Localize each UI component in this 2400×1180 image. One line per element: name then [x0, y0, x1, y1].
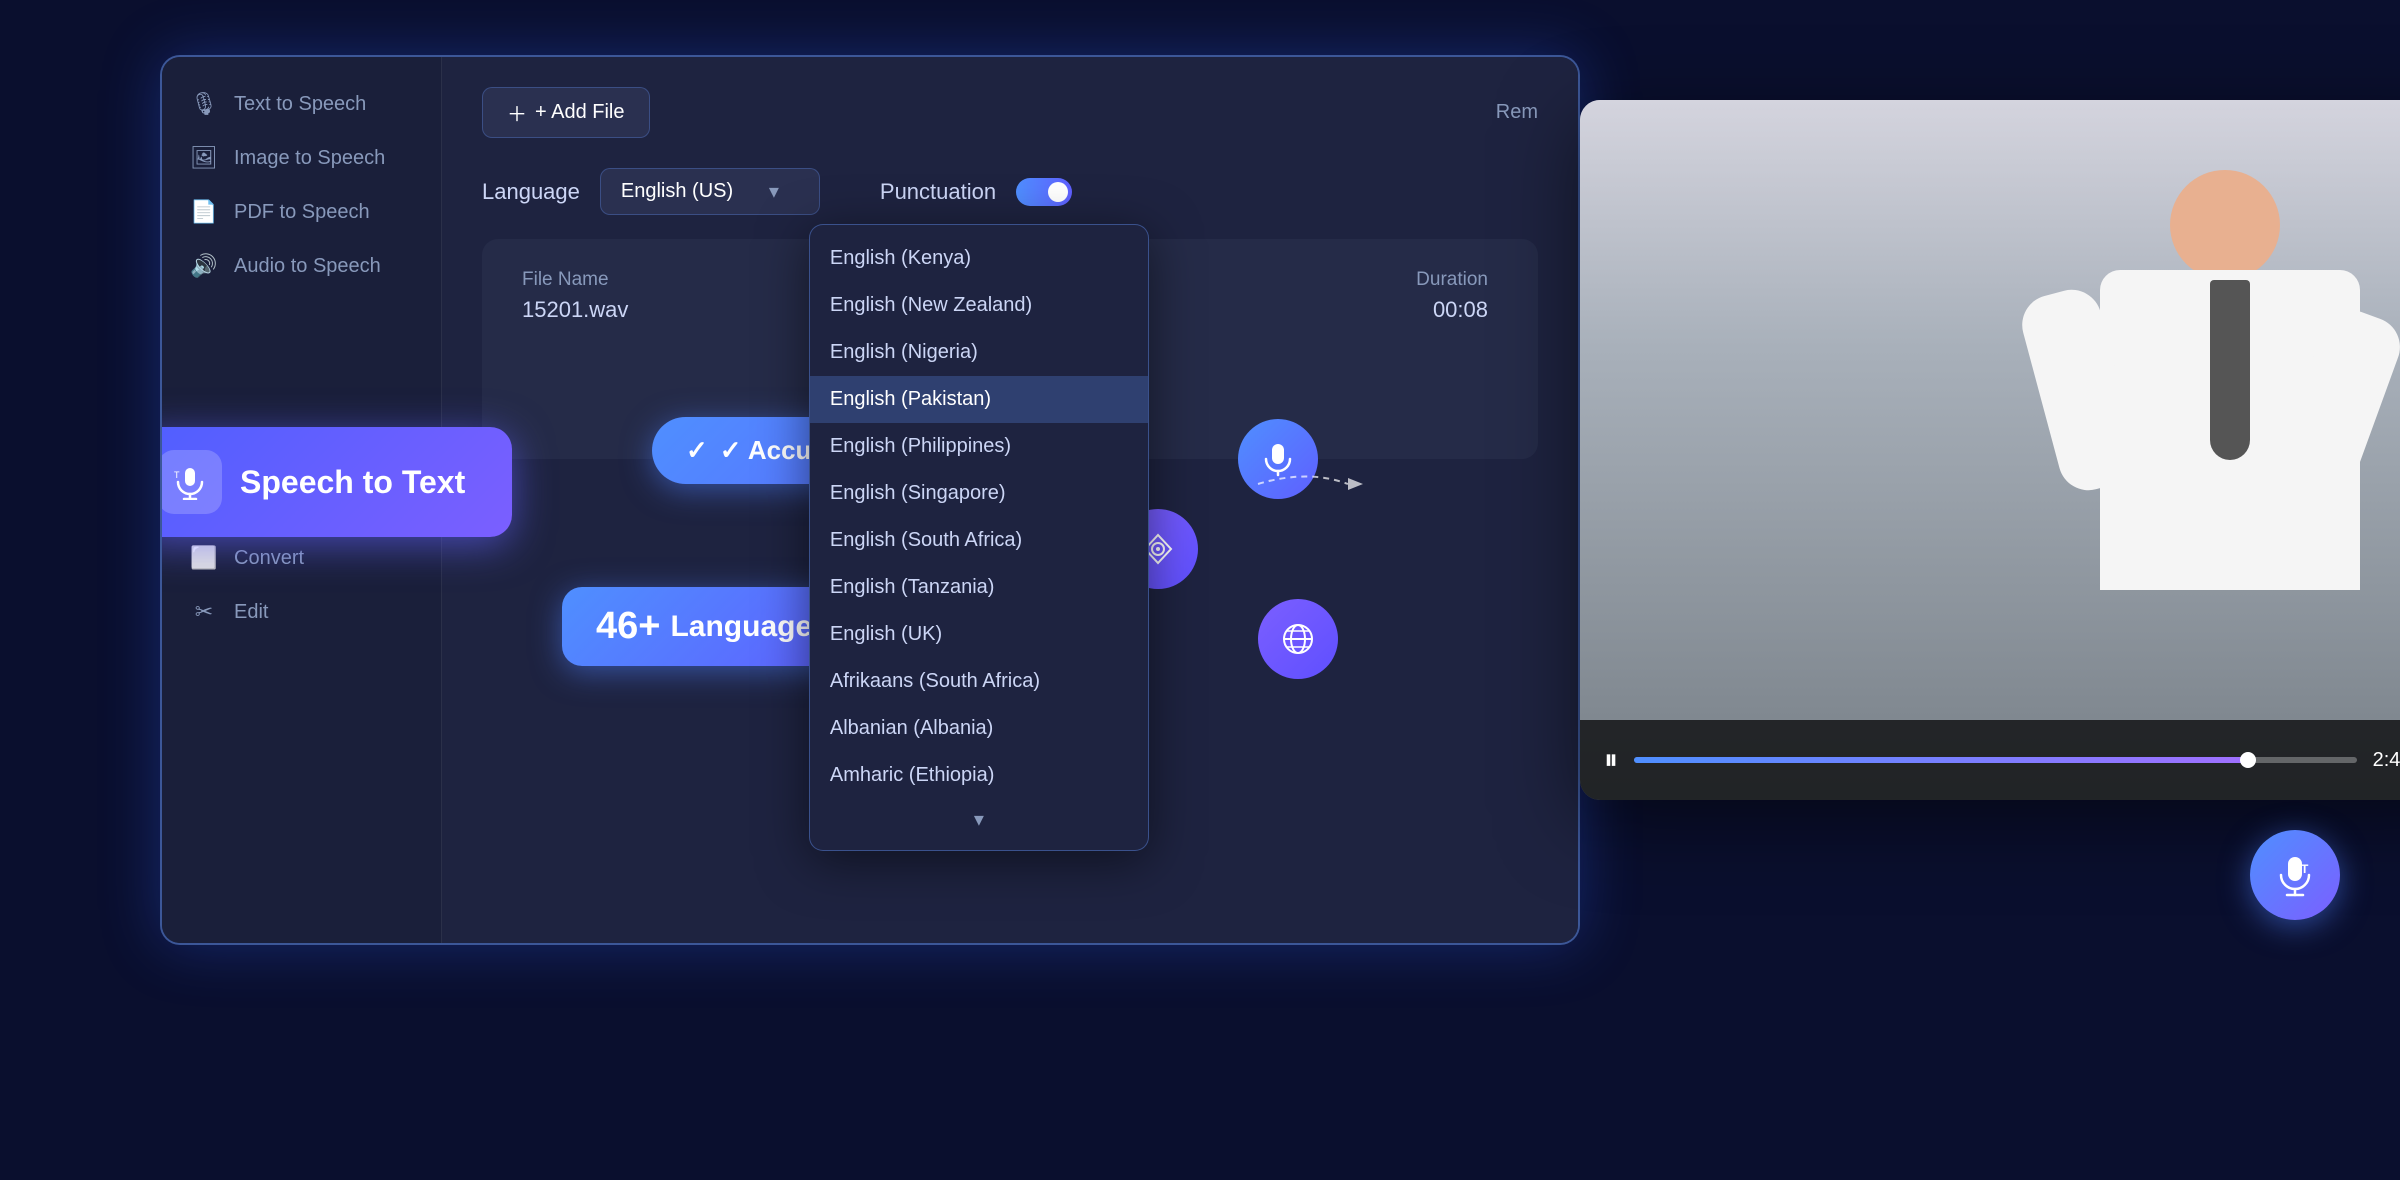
person-figure [1960, 160, 2400, 720]
dropdown-item-en-ke[interactable]: English (Kenya) [810, 235, 1148, 282]
image-icon: 🖼 [190, 145, 218, 171]
duration-label: Duration [1416, 269, 1488, 291]
edit-icon: ✂ [190, 599, 218, 625]
microphone-icon: 🎙 [190, 91, 218, 117]
sidebar-item-audio-to-speech[interactable]: 🔊 Audio to Speech [162, 239, 441, 293]
add-file-label: + Add File [535, 101, 625, 124]
dropdown-item-af-za[interactable]: Afrikaans (South Africa) [810, 658, 1148, 705]
scene: 🎙 Text to Speech 🖼 Image to Speech 📄 PDF… [0, 0, 2400, 1180]
speech-to-text-highlight[interactable]: T Speech to Text [160, 427, 512, 537]
duration-value: 00:08 [1416, 297, 1488, 323]
app-window: 🎙 Text to Speech 🖼 Image to Speech 📄 PDF… [160, 55, 1580, 945]
dropdown-item-en-sg[interactable]: English (Singapore) [810, 470, 1148, 517]
pause-button[interactable]: ⏸ [1604, 744, 1618, 777]
dropdown-item-sq-al[interactable]: Albanian (Albania) [810, 705, 1148, 752]
sidebar: 🎙 Text to Speech 🖼 Image to Speech 📄 PDF… [162, 57, 442, 943]
languages-count: 46+ [596, 605, 660, 648]
progress-bar-fill [1634, 757, 2248, 763]
add-file-button[interactable]: ＋ + Add File [482, 87, 650, 138]
dropdown-item-am-et[interactable]: Amharic (Ethiopia) [810, 752, 1148, 799]
progress-bar[interactable] [1634, 757, 2357, 763]
sidebar-item-convert[interactable]: ⬜ Convert [162, 531, 441, 585]
voice-assistant-button[interactable]: T [2250, 830, 2340, 920]
stt-label: Speech to Text [240, 464, 465, 501]
sidebar-item-pdf-to-speech[interactable]: 📄 PDF to Speech [162, 185, 441, 239]
time-display: 2:40/3:08 [2373, 749, 2400, 772]
main-content: ＋ + Add File Rem Language English (US) ▾… [442, 57, 1578, 943]
audio-icon: 🔊 [190, 253, 218, 279]
convert-icon: ⬜ [190, 545, 218, 571]
dropdown-item-en-za[interactable]: English (South Africa) [810, 517, 1148, 564]
sidebar-item-text-to-speech[interactable]: 🎙 Text to Speech [162, 77, 441, 131]
sidebar-item-image-to-speech[interactable]: 🖼 Image to Speech [162, 131, 441, 185]
dropdown-scroll-down[interactable]: ▾ [810, 799, 1148, 840]
dropdown-item-en-tz[interactable]: English (Tanzania) [810, 564, 1148, 611]
language-select[interactable]: English (US) ▾ English (Kenya) English (… [600, 168, 820, 215]
dropdown-item-en-uk[interactable]: English (UK) [810, 611, 1148, 658]
video-section: ⏸ 2:40/3:08 [1580, 100, 2400, 800]
top-right-label: Rem [1496, 101, 1538, 124]
plus-icon: ＋ [507, 98, 527, 127]
language-label: Language [482, 179, 580, 205]
languages-label: Languages [670, 610, 828, 644]
language-bar: Language English (US) ▾ English (Kenya) … [482, 168, 1538, 215]
dashed-arrow [1248, 464, 1368, 510]
svg-text:T: T [2301, 862, 2309, 876]
chevron-down-icon: ▾ [769, 179, 779, 204]
pdf-icon: 📄 [190, 199, 218, 225]
dropdown-item-en-pk[interactable]: English (Pakistan) [810, 376, 1148, 423]
stt-icon: T [160, 450, 222, 514]
selected-language: English (US) [621, 180, 733, 203]
sidebar-item-edit[interactable]: ✂ Edit [162, 585, 441, 639]
dropdown-item-en-ph[interactable]: English (Philippines) [810, 423, 1148, 470]
svg-text:T: T [174, 470, 180, 480]
punctuation-label: Punctuation [880, 179, 996, 205]
language-dropdown: English (Kenya) English (New Zealand) En… [809, 224, 1149, 851]
dropdown-item-en-nz[interactable]: English (New Zealand) [810, 282, 1148, 329]
top-bar: ＋ + Add File Rem [482, 87, 1538, 138]
duration-section: Duration 00:08 [1416, 269, 1488, 323]
globe-circle-icon [1258, 599, 1338, 679]
punctuation-toggle[interactable] [1016, 178, 1072, 206]
check-icon: ✓ [686, 435, 708, 466]
video-controls: ⏸ 2:40/3:08 [1580, 720, 2400, 800]
progress-dot [2240, 752, 2256, 768]
dropdown-item-en-ng[interactable]: English (Nigeria) [810, 329, 1148, 376]
